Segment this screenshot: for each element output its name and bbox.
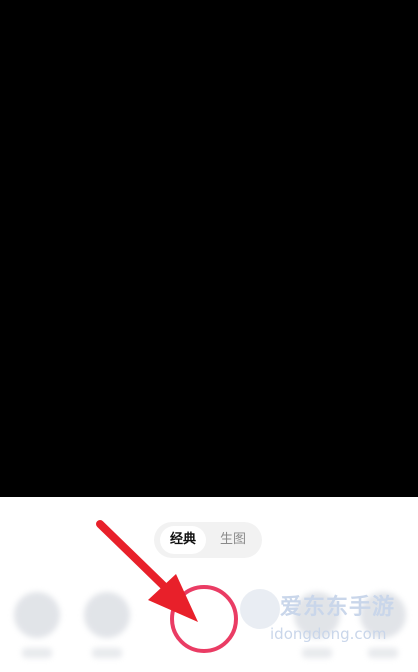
blurred-edit-button[interactable] — [84, 592, 130, 638]
watermark-title: 爱东东手游 — [280, 595, 396, 620]
blurred-left-button[interactable] — [14, 592, 60, 638]
watermark-logo — [240, 589, 280, 629]
watermark: 爱东东手游 idongdong.com — [240, 585, 418, 665]
tab-generate-image[interactable]: 生图 — [210, 526, 256, 554]
camera-viewfinder[interactable] — [0, 0, 418, 497]
shutter-button-highlight[interactable] — [170, 585, 238, 653]
blurred-left-label — [22, 648, 52, 658]
tab-classic[interactable]: 经典 — [160, 526, 206, 554]
watermark-subtitle: idongdong.com — [270, 625, 387, 643]
blurred-edit-label — [92, 648, 122, 658]
camera-screen: 经典 生图 爱东东手游 idongdong.com — [0, 0, 418, 672]
